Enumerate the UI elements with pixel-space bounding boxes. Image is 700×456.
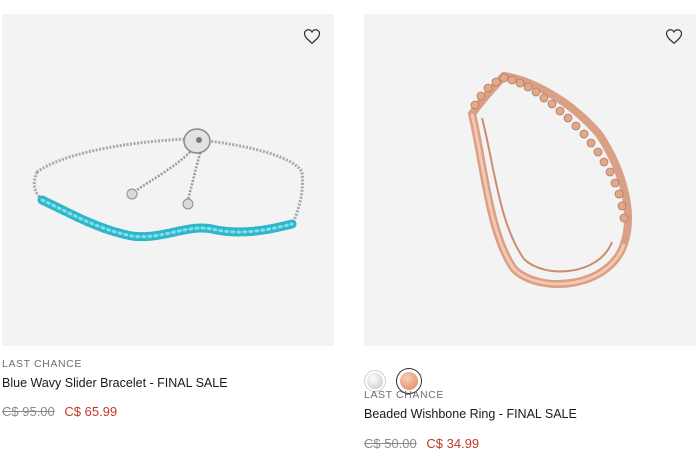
bracelet-image	[32, 128, 304, 242]
product-name-link[interactable]: Beaded Wishbone Ring - FINAL SALE	[364, 407, 577, 421]
silver-swatch-dot	[367, 373, 383, 389]
original-price: C$ 95.00	[2, 404, 55, 419]
product-name-link[interactable]: Blue Wavy Slider Bracelet - FINAL SALE	[2, 376, 228, 390]
last-chance-badge: LAST CHANCE	[2, 358, 82, 370]
sale-price: C$ 34.99	[426, 436, 480, 451]
price-row: C$ 95.00 C$ 65.99	[2, 404, 117, 419]
product-card[interactable]: LAST CHANCE Beaded Wishbone Ring - FINAL…	[364, 14, 696, 451]
last-chance-badge: LAST CHANCE	[364, 389, 444, 401]
wishlist-heart-icon[interactable]	[664, 26, 684, 46]
product-image-container[interactable]	[364, 14, 696, 346]
product-image-container[interactable]	[2, 14, 334, 346]
heart-icon	[303, 28, 321, 44]
original-price: C$ 50.00	[364, 436, 417, 451]
sale-price: C$ 65.99	[64, 404, 118, 419]
wishlist-heart-icon[interactable]	[302, 26, 322, 46]
rose-gold-swatch-dot	[400, 372, 418, 390]
price-row: C$ 50.00 C$ 34.99	[364, 436, 479, 451]
heart-icon	[665, 28, 683, 44]
ring-image	[467, 71, 632, 288]
product-card[interactable]: LAST CHANCE Blue Wavy Slider Bracelet - …	[2, 14, 334, 419]
